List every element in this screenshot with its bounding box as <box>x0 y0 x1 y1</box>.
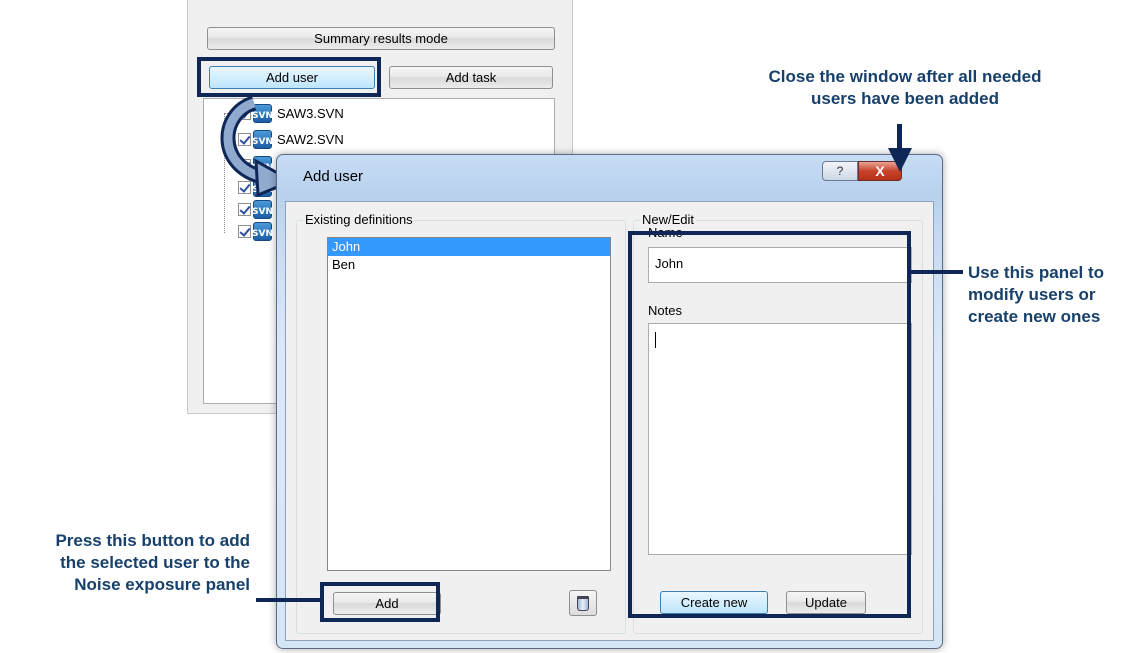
existing-definitions-group: Existing definitions John Ben Add <box>296 212 626 634</box>
help-button[interactable]: ? <box>822 161 858 181</box>
close-icon: X <box>875 163 885 179</box>
callout-line <box>256 598 320 602</box>
tree-item[interactable]: SVN <box>220 199 277 219</box>
callout-line <box>911 270 963 274</box>
help-icon: ? <box>836 164 844 178</box>
list-item[interactable]: John <box>328 238 610 256</box>
svn-file-icon: SVN <box>252 221 273 241</box>
svn-file-icon: SVN <box>252 199 273 219</box>
existing-users-list[interactable]: John Ben <box>327 237 611 571</box>
tree-item[interactable]: SVN <box>220 221 277 241</box>
delete-button[interactable] <box>569 590 597 616</box>
arrow-down-icon <box>888 148 912 172</box>
close-window-annotation: Close the window after all needed users … <box>768 67 1042 108</box>
add-button-annotation: Press this button to add the selected us… <box>55 531 250 594</box>
new-edit-highlight <box>628 231 911 618</box>
list-item[interactable]: Ben <box>328 256 610 274</box>
checkbox[interactable] <box>238 202 251 216</box>
checkbox[interactable] <box>238 224 251 238</box>
panel-annotation: Use this panel to modify users or create… <box>968 263 1105 326</box>
add-user-highlight <box>197 57 381 97</box>
existing-definitions-title: Existing definitions <box>303 212 415 227</box>
trash-icon <box>577 595 589 611</box>
summary-results-mode-button[interactable]: Summary results mode <box>207 27 555 50</box>
add-task-button[interactable]: Add task <box>389 66 553 89</box>
add-button-highlight <box>320 582 440 622</box>
dialog-title: Add user <box>303 168 364 185</box>
